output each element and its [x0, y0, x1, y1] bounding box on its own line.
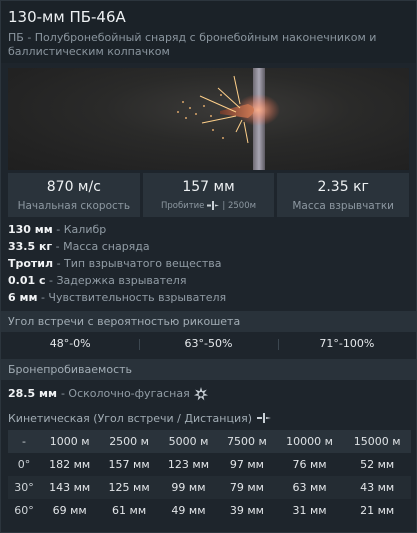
shell-stat-tiles: 870 м/с Начальная скорость 157 мм Пробит…: [8, 173, 410, 217]
shell-mass-row: 33.5 кг - Масса снаряда: [8, 238, 409, 255]
table-corner: -: [8, 430, 40, 453]
penetration-cell: 52 мм: [360, 458, 395, 471]
penetration-cell: 79 мм: [218, 476, 276, 499]
caliber-value: 130 мм: [8, 223, 53, 236]
penetration-cell: 49 мм: [171, 504, 206, 517]
explosive-type-row: Тротил - Тип взрывчатого вещества: [8, 255, 409, 272]
shell-subtitle: ПБ - Полубронебойный снаряд с бронебойны…: [8, 31, 377, 58]
table-row: 30° 143 мм 125 мм 99 мм 79 мм 63 мм 43 м…: [8, 476, 411, 499]
penetration-label-text: Пробитие: [160, 200, 205, 211]
muzzle-velocity-label: Начальная скорость: [17, 199, 131, 212]
penetration-cell: 69 мм: [52, 504, 87, 517]
distance-header: 5000 м: [158, 430, 219, 453]
kinetic-heading-text: Кинетическая (Угол встречи / Дистанция): [8, 411, 253, 425]
caliber-row: 130 мм - Калибр: [8, 221, 409, 238]
distance-header: 7500 м: [218, 430, 276, 453]
kinetic-penetration-table: - 1000 м 2500 м 5000 м 7500 м 10000 м 15…: [8, 430, 411, 522]
fuse-sensitivity-row: 6 мм - Чувствительность взрывателя: [8, 289, 409, 306]
explosive-mass-value: 2.35 кг: [317, 178, 369, 195]
penetration-cell: 63 мм: [275, 476, 344, 499]
fuse-delay-label: - Задержка взрывателя: [45, 274, 187, 287]
ricochet-values: 48°-0% 63°-50% 71°-100%: [1, 332, 416, 354]
penetration-cell: 157 мм: [108, 458, 150, 471]
muzzle-velocity-tile: 870 м/с Начальная скорость: [8, 173, 140, 217]
distance-header: 1000 м: [40, 430, 100, 453]
penetration-cell: 182 мм: [49, 458, 91, 471]
explosion-icon: [193, 387, 208, 401]
penetration-heading: Бронепробиваемость: [1, 359, 416, 380]
angle-cell: 30°: [8, 476, 40, 499]
penetration-cell: 39 мм: [229, 504, 264, 517]
tooltip-header: 130-мм ПБ-46А ПБ - Полубронебойный снаря…: [1, 1, 416, 63]
explosive-mass-label: Масса взрывчатки: [292, 199, 394, 212]
fuse-delay-row: 0.01 с - Задержка взрывателя: [8, 272, 409, 289]
distance-header: 15000 м: [343, 430, 411, 453]
shell-impact-preview: [8, 68, 409, 170]
shell-title: 130-мм ПБ-46А: [8, 8, 126, 26]
angle-cell: 0°: [17, 458, 31, 471]
fuse-delay-value: 0.01 с: [8, 274, 46, 287]
shell-mass-label: - Масса снаряда: [52, 240, 150, 253]
armor-plate-icon: [207, 201, 220, 210]
fuse-sensitivity-label: - Чувствительность взрывателя: [37, 291, 227, 304]
penetration-cell: 125 мм: [99, 476, 159, 499]
armor-plate-icon: [257, 413, 272, 423]
penetration-cell: 99 мм: [158, 476, 219, 499]
table-row: 0° 182 мм 157 мм 123 мм 97 мм 76 мм 52 м…: [8, 453, 411, 476]
fuse-sensitivity-value: 6 мм: [8, 291, 38, 304]
debris: [177, 94, 224, 139]
penetration-cell: 143 мм: [40, 476, 100, 499]
shell-mass-value: 33.5 кг: [8, 240, 53, 253]
ricochet-value-50: 63°-50%: [139, 337, 277, 350]
penetration-cell: 76 мм: [292, 458, 327, 471]
distance-header: 2500 м: [99, 430, 159, 453]
penetration-label: Пробитие | 2500м: [161, 199, 256, 213]
impact-illustration: [177, 68, 280, 170]
penetration-cell: 97 мм: [229, 458, 264, 471]
distance-header: 10000 м: [275, 430, 344, 453]
penetration-cell: 21 мм: [360, 504, 395, 517]
ricochet-heading: Угол встречи с вероятностью рикошета: [1, 311, 416, 332]
table-row: 60° 69 мм 61 мм 49 мм 39 мм 31 мм 21 мм: [8, 499, 411, 522]
penetration-tile: 157 мм Пробитие | 2500м: [142, 173, 275, 217]
ammo-tooltip: 130-мм ПБ-46А ПБ - Полубронебойный снаря…: [0, 0, 417, 533]
ricochet-value-100: 71°-100%: [277, 337, 416, 350]
ricochet-value-0: 48°-0%: [49, 336, 91, 350]
penetration-cell: 43 мм: [343, 476, 411, 499]
he-penetration-row: 28.5 мм - Осколочно-фугасная: [1, 383, 416, 405]
explosive-type-value: Тротил: [8, 257, 54, 270]
penetration-value: 157 мм: [182, 178, 235, 195]
penetration-cell: 123 мм: [167, 458, 210, 471]
angle-cell: 60°: [14, 504, 34, 517]
shell-properties: 130 мм - Калибр 33.5 кг - Масса снаряда …: [1, 217, 416, 306]
caliber-label: - Калибр: [52, 223, 107, 236]
kinetic-heading: Кинетическая (Угол встречи / Дистанция): [1, 408, 416, 428]
explosive-mass-tile: 2.35 кг Масса взрывчатки: [277, 173, 410, 217]
he-penetration-label: - Осколочно-фугасная: [60, 387, 190, 400]
explosive-type-label: - Тип взрывчатого вещества: [53, 257, 222, 270]
penetration-cell: 61 мм: [112, 504, 147, 517]
he-penetration-value: 28.5 мм: [8, 387, 57, 400]
penetration-distance: | 2500м: [222, 200, 257, 211]
muzzle-velocity-value: 870 м/с: [46, 178, 101, 195]
penetration-cell: 31 мм: [292, 504, 327, 517]
table-header-row: - 1000 м 2500 м 5000 м 7500 м 10000 м 15…: [8, 430, 411, 453]
